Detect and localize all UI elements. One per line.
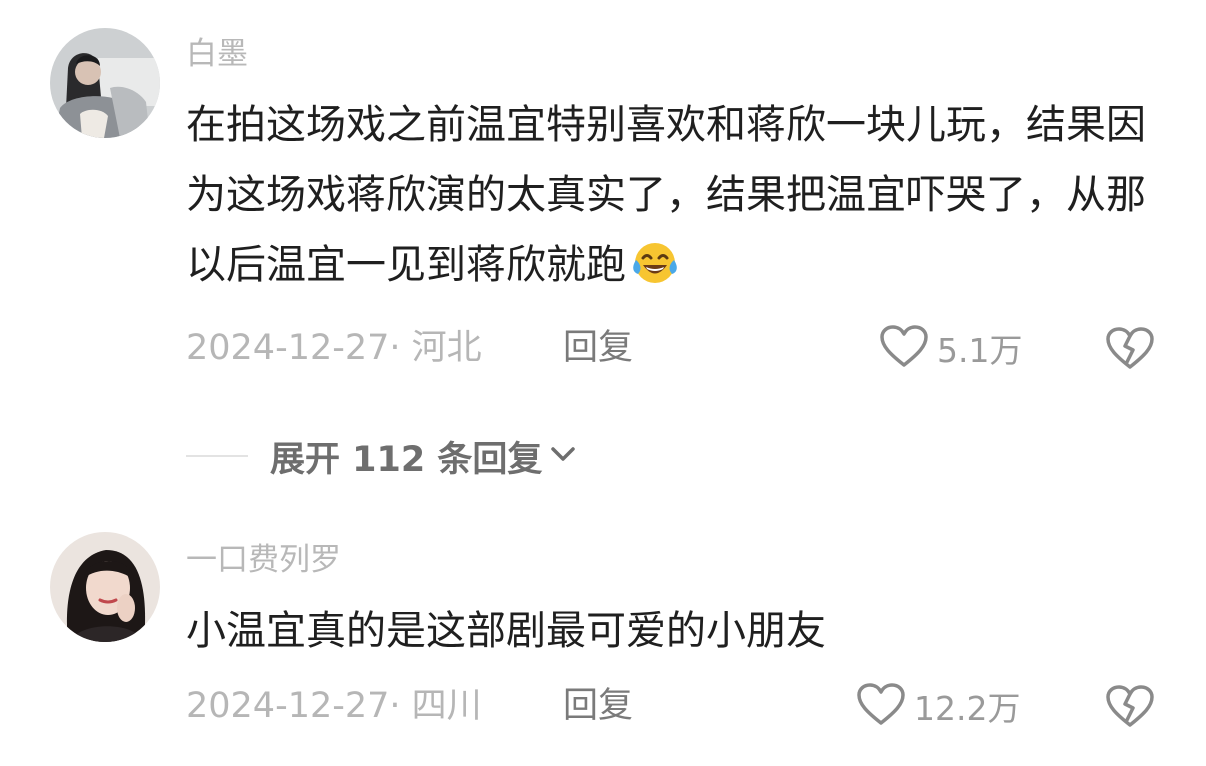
heart-outline-icon <box>856 682 906 730</box>
username[interactable]: 一口费列罗 <box>186 540 341 580</box>
chevron-down-icon <box>542 439 578 473</box>
reply-button[interactable]: 回复 <box>563 326 633 370</box>
like-count: 5.1万 <box>937 331 1023 370</box>
heart-outline-icon <box>879 324 929 372</box>
reply-button[interactable]: 回复 <box>563 684 633 728</box>
comment-date-location: 2024-12-27· 河北 <box>186 328 482 368</box>
divider-line <box>186 455 248 457</box>
like-button[interactable]: 12.2万 <box>856 682 1021 730</box>
comment-item: 白墨 在拍这场戏之前温宜特别喜欢和蒋欣一块儿玩，结果因为这场戏蒋欣演的太真实了，… <box>0 0 1206 400</box>
comment-body: 小温宜真的是这部剧最可爱的小朋友 <box>186 608 826 654</box>
like-button[interactable]: 5.1万 <box>879 324 1023 372</box>
dislike-button[interactable] <box>1105 684 1155 728</box>
comment-text: 小温宜真的是这部剧最可爱的小朋友 <box>186 596 1146 666</box>
dislike-button[interactable] <box>1105 326 1155 370</box>
face-with-tears-of-joy-icon <box>632 238 678 308</box>
expand-replies-label: 展开 112 条回复 <box>270 439 543 480</box>
comment-text: 在拍这场戏之前温宜特别喜欢和蒋欣一块儿玩，结果因为这场戏蒋欣演的太真实了，结果把… <box>186 90 1146 308</box>
avatar-image <box>50 532 160 642</box>
comment-item: 一口费列罗 小温宜真的是这部剧最可爱的小朋友 2024-12-27· 四川 回复… <box>0 500 1206 766</box>
avatar-image <box>50 28 160 138</box>
broken-heart-icon <box>1105 685 1155 732</box>
username[interactable]: 白墨 <box>186 34 248 74</box>
like-count: 12.2万 <box>914 689 1021 728</box>
avatar[interactable] <box>50 532 160 642</box>
comment-date-location: 2024-12-27· 四川 <box>186 686 482 726</box>
expand-replies-button[interactable]: 展开 112 条回复 <box>186 434 578 480</box>
avatar[interactable] <box>50 28 160 138</box>
broken-heart-icon <box>1105 327 1155 374</box>
